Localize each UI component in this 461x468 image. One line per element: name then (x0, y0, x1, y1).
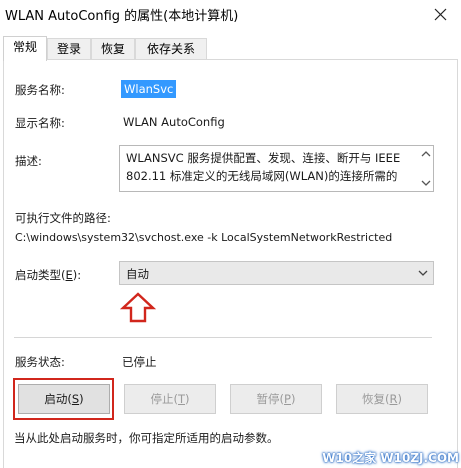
startup-type-label: 启动类型(E): (15, 268, 82, 282)
tab-recovery[interactable]: 恢复 (91, 38, 135, 60)
start-parameters-hint: 当从此处启动服务时，你可指定所适用的启动参数。 (14, 431, 279, 445)
scroll-down-icon[interactable] (419, 177, 433, 189)
tab-logon[interactable]: 登录 (47, 38, 91, 60)
tab-dependencies-label: 依存关系 (146, 42, 195, 56)
window-title: WLAN AutoConfig 的属性(本地计算机) (5, 9, 239, 24)
service-status-value: 已停止 (122, 355, 157, 369)
startup-type-select[interactable]: 自动 (119, 261, 434, 285)
path-value: C:\windows\system32\svchost.exe -k Local… (15, 231, 393, 244)
tab-dependencies[interactable]: 依存关系 (135, 38, 207, 60)
description-line-1: WLANSVC 服务提供配置、发现、连接、断开与 IEEE (126, 151, 401, 165)
startup-type-value: 自动 (126, 267, 149, 281)
path-label: 可执行文件的路径: (15, 211, 111, 225)
tab-strip: 常规 登录 恢复 依存关系 (0, 36, 461, 61)
description-line-2: 802.11 标准定义的无线局域网(WLAN)的连接所需的 (126, 169, 398, 183)
display-name-label: 显示名称: (15, 116, 65, 130)
start-button[interactable]: 启动(S) (18, 384, 110, 414)
description-box[interactable]: WLANSVC 服务提供配置、发现、连接、断开与 IEEE 802.11 标准定… (119, 145, 434, 192)
tab-general[interactable]: 常规 (3, 36, 47, 61)
display-name-value: WLAN AutoConfig (123, 115, 225, 129)
service-name-label: 服务名称: (15, 83, 65, 97)
separator (14, 337, 432, 338)
description-scrollbar[interactable] (419, 146, 433, 191)
service-name-value[interactable]: WlanSvc (121, 80, 177, 98)
close-button[interactable] (421, 0, 461, 30)
description-label: 描述: (15, 154, 42, 168)
title-bar: WLAN AutoConfig 的属性(本地计算机) (0, 0, 461, 30)
tab-recovery-label: 恢复 (100, 42, 125, 56)
pause-button[interactable]: 暂停(P) (230, 384, 322, 414)
resume-button[interactable]: 恢复(R) (336, 384, 428, 414)
stop-button[interactable]: 停止(T) (124, 384, 216, 414)
tab-general-label: 常规 (12, 40, 37, 54)
annotation-arrow-icon (120, 292, 156, 323)
service-status-label: 服务状态: (15, 355, 65, 369)
close-icon (434, 8, 447, 21)
watermark: W10之家 W10ZJ.COM (322, 451, 459, 465)
scroll-up-icon[interactable] (419, 148, 433, 160)
tab-logon-label: 登录 (56, 42, 81, 56)
chevron-down-icon (418, 270, 428, 276)
description-text: WLANSVC 服务提供配置、发现、连接、断开与 IEEE 802.11 标准定… (126, 149, 416, 185)
